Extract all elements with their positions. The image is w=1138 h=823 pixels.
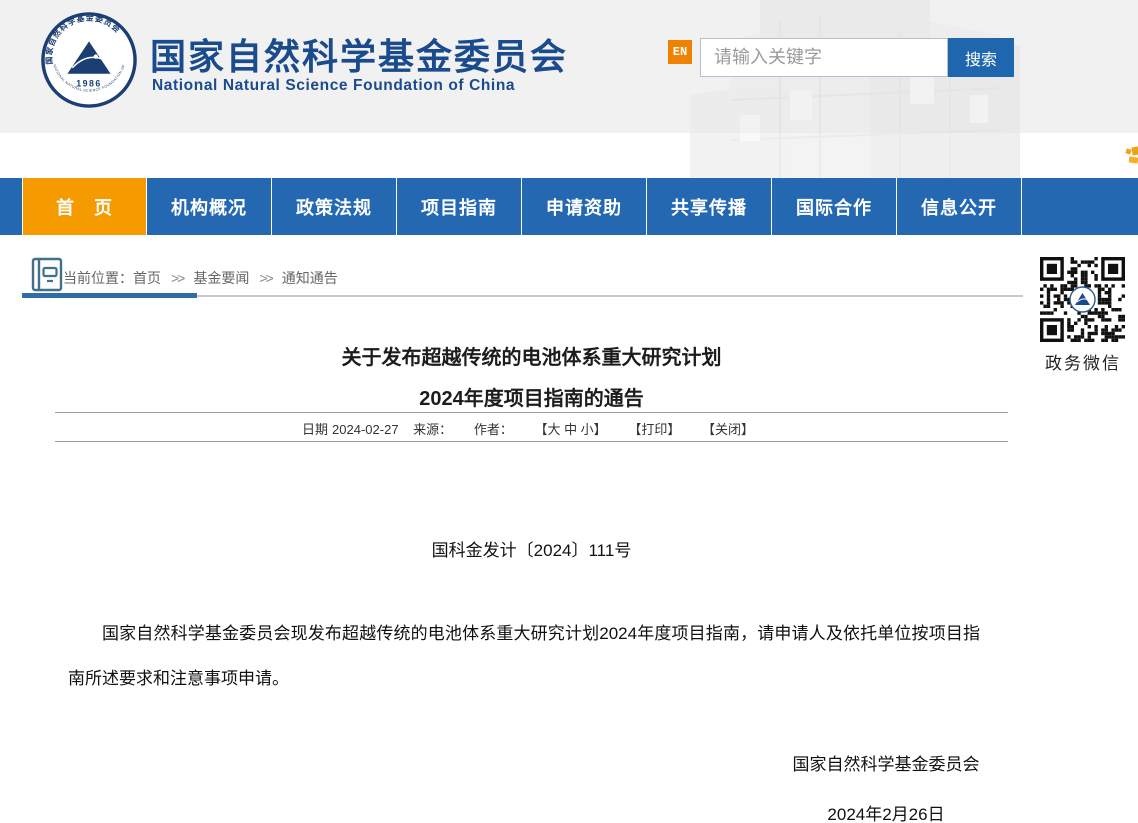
building-watermark-image — [670, 0, 1020, 178]
meta-source-label: 来源： — [413, 422, 452, 437]
nav-item-disclosure[interactable]: 信息公开 — [897, 178, 1022, 235]
article-title: 关于发布超越传统的电池体系重大研究计划 2024年度项目指南的通告 — [55, 338, 1008, 420]
article-meta: 日期 2024-02-27 来源： 作者： 【大 中 小】 【打印】 【关闭】 — [55, 419, 1008, 438]
document-number: 国科金发计〔2024〕111号 — [55, 536, 1008, 561]
site-subtitle: National Natural Science Foundation of C… — [152, 77, 515, 95]
breadcrumb-divider — [197, 295, 1023, 297]
nav-item-sharing[interactable]: 共享传播 — [647, 178, 772, 235]
nav-item-international[interactable]: 国际合作 — [772, 178, 897, 235]
edge-decoration — [1124, 146, 1138, 168]
breadcrumb: 当前位置：首页 >> 基金要闻 >> 通知通告 — [63, 268, 338, 288]
english-version-button[interactable]: EN — [668, 40, 692, 64]
logo-year: 1986 — [76, 78, 101, 88]
wechat-qr-code — [1040, 257, 1125, 342]
breadcrumb-divider-accent — [22, 293, 197, 298]
qr-label: 政务微信 — [1034, 349, 1132, 374]
article-body: 国家自然科学基金委员会现发布超越传统的电池体系重大研究计划2024年度项目指南，… — [68, 611, 980, 701]
article-title-line2: 2024年度项目指南的通告 — [55, 379, 1008, 420]
main-navigation: 首 页 机构概况 政策法规 项目指南 申请资助 共享传播 国际合作 信息公开 — [0, 178, 1138, 235]
book-icon — [30, 256, 64, 293]
header: 国家自然科学基金委员会 NATIONAL NATURAL SCIENCE FOU… — [0, 0, 1138, 178]
nav-item-organization[interactable]: 机构概况 — [147, 178, 272, 235]
search-button[interactable]: 搜索 — [948, 38, 1014, 77]
site-title: 国家自然科学基金委员会 — [150, 28, 568, 80]
title-divider-top — [55, 412, 1008, 413]
font-size-control[interactable]: 【大 中 小】 — [534, 422, 606, 437]
meta-date-label: 日期 — [302, 422, 328, 437]
nav-item-policies[interactable]: 政策法规 — [272, 178, 397, 235]
nav-item-guidelines[interactable]: 项目指南 — [397, 178, 522, 235]
breadcrumb-label: 当前位置： — [63, 270, 133, 286]
nsfc-logo[interactable]: 国家自然科学基金委员会 NATIONAL NATURAL SCIENCE FOU… — [40, 11, 138, 109]
print-button[interactable]: 【打印】 — [628, 422, 680, 437]
page: 国家自然科学基金委员会 NATIONAL NATURAL SCIENCE FOU… — [0, 0, 1138, 823]
title-divider-bottom — [55, 441, 1008, 442]
breadcrumb-separator: >> — [259, 270, 271, 286]
nav-item-home[interactable]: 首 页 — [22, 178, 147, 235]
breadcrumb-link-home[interactable]: 首页 — [133, 270, 161, 286]
breadcrumb-link-notices[interactable]: 通知通告 — [282, 270, 338, 286]
signature-org: 国家自然科学基金委员会 — [716, 750, 1056, 775]
nav-item-funding[interactable]: 申请资助 — [522, 178, 647, 235]
article-title-line1: 关于发布超越传统的电池体系重大研究计划 — [55, 338, 1008, 379]
breadcrumb-separator: >> — [171, 270, 183, 286]
close-button[interactable]: 【关闭】 — [702, 422, 754, 437]
signature-block: 国家自然科学基金委员会 2024年2月26日 — [716, 750, 1056, 823]
signature-date: 2024年2月26日 — [716, 800, 1056, 823]
meta-author-label: 作者： — [474, 422, 513, 437]
meta-date-value: 2024-02-27 — [332, 422, 399, 437]
breadcrumb-link-news[interactable]: 基金要闻 — [193, 270, 249, 286]
search-input[interactable] — [700, 38, 948, 77]
